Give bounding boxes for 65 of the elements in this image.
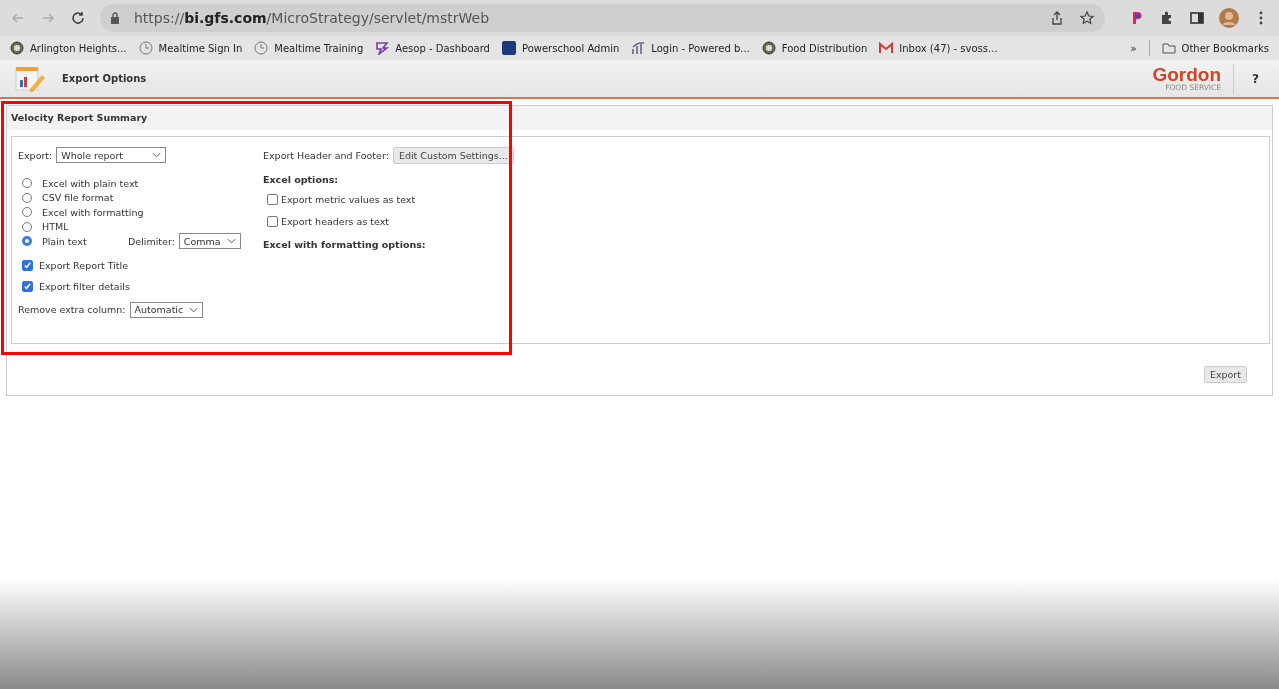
bookmark[interactable]: Food Distribution: [761, 41, 868, 55]
export-select[interactable]: Whole report: [56, 147, 167, 163]
folder-icon: [1161, 41, 1176, 55]
bookmark[interactable]: Powerschool Admin: [501, 41, 620, 55]
panel-title: Velocity Report Summary: [7, 106, 1272, 130]
radio-button[interactable]: [22, 236, 32, 247]
checkbox[interactable]: [267, 193, 278, 205]
bookmark[interactable]: Aesop - Dashboard: [375, 41, 490, 55]
caret-icon: [226, 238, 236, 245]
bookmark[interactable]: Login - Powered b...: [631, 41, 750, 55]
radio-button[interactable]: [22, 207, 32, 218]
bookmark[interactable]: Mealtime Sign In: [138, 41, 243, 55]
bookmark[interactable]: Inbox (47) - svoss...: [879, 41, 998, 55]
help-button[interactable]: ?: [1246, 71, 1265, 86]
caret-icon: [189, 306, 199, 313]
seal-icon: [10, 41, 24, 55]
more-bookmarks-button[interactable]: »: [1130, 42, 1137, 54]
other-bookmarks-folder[interactable]: Other Bookmarks: [1161, 41, 1269, 55]
check-icon: [23, 260, 32, 270]
option-label: Export headers as text: [281, 215, 390, 227]
export-button[interactable]: Export: [1203, 366, 1247, 383]
format-label: Excel with plain text: [42, 177, 139, 189]
caret-icon: [152, 152, 162, 158]
option-label: Export Report Title: [39, 259, 128, 271]
section-title: Excel options:: [263, 174, 340, 185]
page-title: Export Options: [62, 73, 147, 84]
option-label: Export filter details: [39, 280, 130, 292]
share-icon[interactable]: [1049, 10, 1065, 26]
star-icon[interactable]: [1079, 10, 1095, 26]
bookmark[interactable]: Arlington Heights...: [10, 41, 127, 55]
remove-column-label: Remove extra column:: [18, 304, 126, 315]
radio-button[interactable]: [22, 178, 32, 189]
format-label: HTML: [42, 221, 70, 233]
export-label: Export:: [18, 149, 53, 161]
bookmark[interactable]: Mealtime Training: [254, 41, 364, 55]
delimiter-select[interactable]: Comma: [178, 233, 241, 250]
checkbox[interactable]: [22, 259, 33, 271]
mail-icon: [879, 41, 894, 55]
radio-button[interactable]: [22, 192, 32, 203]
side-panel-icon[interactable]: [1189, 10, 1205, 26]
seal-icon: [761, 41, 776, 55]
checkbox[interactable]: [22, 280, 33, 292]
radio-button[interactable]: [22, 221, 32, 232]
header-footer-label: Export Header and Footer:: [263, 150, 389, 161]
avatar-icon[interactable]: [1219, 8, 1239, 28]
clock-icon: [254, 41, 269, 55]
report-pencil-icon: [14, 64, 46, 93]
clock-icon: [138, 41, 153, 55]
url-text: https://bi.gfs.com/MicroStrategy/servlet/mstrWeb: [134, 10, 491, 26]
delimiter-label: Delimiter:: [128, 235, 175, 247]
option-label: Export metric values as text: [281, 193, 416, 205]
format-label: CSV file format: [42, 192, 114, 204]
lock-icon: [110, 12, 120, 24]
square-logo-icon: [501, 41, 516, 55]
check-icon: [23, 281, 32, 291]
edit-settings-button[interactable]: Edit Custom Settings...: [392, 147, 514, 164]
signal-bars-icon: [631, 41, 646, 55]
checkbox[interactable]: [267, 215, 278, 227]
remove-column-select[interactable]: Automatic: [129, 301, 204, 318]
format-label: Excel with formatting: [42, 206, 144, 218]
s-logo-icon: [375, 41, 390, 55]
section-title: Excel with formatting options:: [263, 239, 427, 250]
format-label: Plain text: [42, 235, 88, 247]
reload-icon[interactable]: [70, 10, 86, 26]
address-bar[interactable]: https://bi.gfs.com/MicroStrategy/servlet/mstrWeb: [100, 4, 1105, 32]
